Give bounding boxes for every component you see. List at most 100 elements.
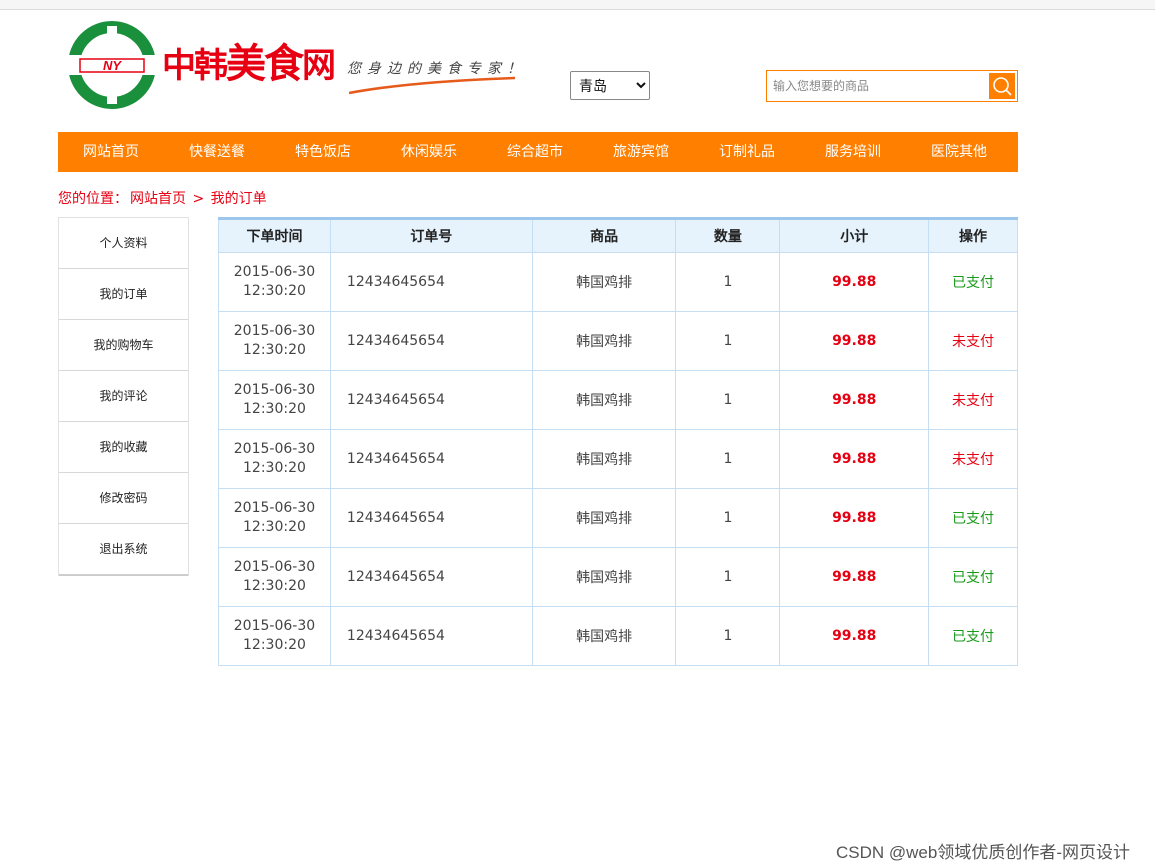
breadcrumb-separator: > <box>192 191 205 207</box>
order-goods: 韩国鸡排 <box>531 429 677 489</box>
order-goods: 韩国鸡排 <box>531 311 677 371</box>
orders-table: 下单时间 订单号 商品 数量 小计 操作 2015-06-30 12:30:20 … <box>218 217 1018 666</box>
order-subtotal: 99.88 <box>779 547 930 607</box>
logo-letters: NY <box>103 58 122 73</box>
header-quantity: 数量 <box>675 218 781 253</box>
order-subtotal: 99.88 <box>779 370 930 430</box>
city-select[interactable]: 青岛 <box>570 71 650 100</box>
nav-item-hotels[interactable]: 旅游宾馆 <box>588 132 694 172</box>
order-subtotal: 99.88 <box>779 488 930 548</box>
order-status-cell: 已支付 <box>928 252 1018 312</box>
order-goods: 韩国鸡排 <box>531 606 677 666</box>
order-time-cell: 2015-06-30 12:30:20 <box>218 606 331 666</box>
order-status-cell: 未支付 <box>928 370 1018 430</box>
order-number: 12434645654 <box>329 547 533 607</box>
search-button[interactable] <box>989 73 1015 99</box>
order-goods: 韩国鸡排 <box>531 488 677 548</box>
order-date: 2015-06-30 <box>233 382 316 398</box>
order-date: 2015-06-30 <box>233 618 316 634</box>
order-subtotal: 99.88 <box>779 606 930 666</box>
order-number: 12434645654 <box>329 370 533 430</box>
order-time-cell: 2015-06-30 12:30:20 <box>218 370 331 430</box>
order-status-cell: 已支付 <box>928 547 1018 607</box>
order-status-cell: 未支付 <box>928 429 1018 489</box>
nav-item-supermarket[interactable]: 综合超市 <box>482 132 588 172</box>
csdn-watermark: CSDN @web领域优质创作者-网页设计 <box>836 843 1130 862</box>
sidebar-item-cart[interactable]: 我的购物车 <box>59 320 188 371</box>
order-status-link[interactable]: 已支付 <box>952 629 994 645</box>
table-row: 2015-06-30 12:30:20 12434645654 韩国鸡排 1 99… <box>218 606 1018 666</box>
sidebar-item-favorites[interactable]: 我的收藏 <box>59 422 188 473</box>
order-status-link[interactable]: 已支付 <box>952 511 994 527</box>
order-clock: 12:30:20 <box>243 460 306 476</box>
order-status-link[interactable]: 已支付 <box>952 570 994 586</box>
nav-item-home[interactable]: 网站首页 <box>58 132 164 172</box>
order-status-cell: 已支付 <box>928 488 1018 548</box>
ny-logo-icon[interactable]: NY <box>66 20 158 110</box>
order-number: 12434645654 <box>329 429 533 489</box>
breadcrumb-current: 我的订单 <box>210 191 267 207</box>
order-quantity: 1 <box>675 311 781 371</box>
order-clock: 12:30:20 <box>243 283 306 299</box>
search-input[interactable] <box>767 71 987 101</box>
order-goods: 韩国鸡排 <box>531 370 677 430</box>
order-subtotal: 99.88 <box>779 311 930 371</box>
order-status-cell: 未支付 <box>928 311 1018 371</box>
order-number: 12434645654 <box>329 311 533 371</box>
order-clock: 12:30:20 <box>243 342 306 358</box>
sidebar-item-comments[interactable]: 我的评论 <box>59 371 188 422</box>
site-name-part2: 美食 <box>226 40 304 87</box>
nav-item-leisure[interactable]: 休闲娱乐 <box>376 132 482 172</box>
order-time-cell: 2015-06-30 12:30:20 <box>218 488 331 548</box>
table-row: 2015-06-30 12:30:20 12434645654 韩国鸡排 1 99… <box>218 488 1018 548</box>
order-number: 12434645654 <box>329 488 533 548</box>
order-status-link[interactable]: 未支付 <box>952 334 994 350</box>
nav-item-restaurants[interactable]: 特色饭店 <box>270 132 376 172</box>
order-date: 2015-06-30 <box>233 441 316 457</box>
order-quantity: 1 <box>675 488 781 548</box>
order-clock: 12:30:20 <box>243 519 306 535</box>
nav-item-training[interactable]: 服务培训 <box>800 132 906 172</box>
sidebar-item-change-password[interactable]: 修改密码 <box>59 473 188 524</box>
header-order-time: 下单时间 <box>218 218 331 253</box>
nav-item-fastfood[interactable]: 快餐送餐 <box>164 132 270 172</box>
nav-item-gifts[interactable]: 订制礼品 <box>694 132 800 172</box>
order-goods: 韩国鸡排 <box>531 547 677 607</box>
order-time-cell: 2015-06-30 12:30:20 <box>218 311 331 371</box>
order-time-cell: 2015-06-30 12:30:20 <box>218 547 331 607</box>
order-subtotal: 99.88 <box>779 252 930 312</box>
order-subtotal: 99.88 <box>779 429 930 489</box>
header-order-no: 订单号 <box>329 218 533 253</box>
account-sidebar: 个人资料 我的订单 我的购物车 我的评论 我的收藏 修改密码 退出系统 <box>58 217 189 576</box>
site-name[interactable]: 中韩美食网 <box>162 44 336 84</box>
order-clock: 12:30:20 <box>243 578 306 594</box>
header-subtotal: 小计 <box>779 218 930 253</box>
order-date: 2015-06-30 <box>233 500 316 516</box>
header-action: 操作 <box>928 218 1018 253</box>
nav-item-other[interactable]: 医院其他 <box>906 132 1012 172</box>
order-quantity: 1 <box>675 370 781 430</box>
breadcrumb-prefix: 您的位置： <box>58 191 128 207</box>
sidebar-item-profile[interactable]: 个人资料 <box>59 218 188 269</box>
order-status-link[interactable]: 已支付 <box>952 275 994 291</box>
order-time-cell: 2015-06-30 12:30:20 <box>218 252 331 312</box>
search-box <box>766 70 1018 102</box>
order-number: 12434645654 <box>329 606 533 666</box>
order-quantity: 1 <box>675 429 781 489</box>
order-status-link[interactable]: 未支付 <box>952 452 994 468</box>
main-nav: 网站首页 快餐送餐 特色饭店 休闲娱乐 综合超市 旅游宾馆 订制礼品 服务培训 … <box>58 132 1018 172</box>
table-row: 2015-06-30 12:30:20 12434645654 韩国鸡排 1 99… <box>218 252 1018 312</box>
table-header-row: 下单时间 订单号 商品 数量 小计 操作 <box>218 218 1018 253</box>
order-status-cell: 已支付 <box>928 606 1018 666</box>
table-row: 2015-06-30 12:30:20 12434645654 韩国鸡排 1 99… <box>218 311 1018 371</box>
breadcrumb: 您的位置： 网站首页 > 我的订单 <box>58 188 269 208</box>
order-clock: 12:30:20 <box>243 637 306 653</box>
slogan-swoosh-decoration <box>348 76 516 95</box>
order-date: 2015-06-30 <box>233 323 316 339</box>
order-status-link[interactable]: 未支付 <box>952 393 994 409</box>
sidebar-item-logout[interactable]: 退出系统 <box>59 524 188 575</box>
sidebar-item-orders[interactable]: 我的订单 <box>59 269 188 320</box>
breadcrumb-home-link[interactable]: 网站首页 <box>130 191 186 207</box>
order-number: 12434645654 <box>329 252 533 312</box>
order-clock: 12:30:20 <box>243 401 306 417</box>
